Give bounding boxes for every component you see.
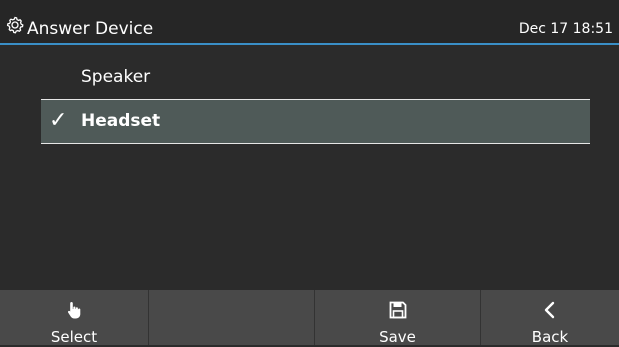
empty-softkey[interactable] (149, 290, 315, 345)
select-label: Select (50, 328, 98, 346)
softkey-bar: Select Save Back (0, 290, 619, 346)
title-bar: Answer Device Dec 17 18:51 (0, 0, 619, 45)
list-item-label: Speaker (81, 67, 151, 87)
page-title: Answer Device (27, 19, 154, 39)
back-softkey[interactable]: Back (481, 290, 619, 346)
list-item-speaker[interactable]: Speaker (41, 55, 590, 100)
save-softkey[interactable]: Save (315, 290, 481, 346)
chevron-left-icon (544, 301, 555, 319)
list-item-headset[interactable]: ✓ Headset (41, 99, 590, 144)
list-item-label: Headset (81, 111, 161, 131)
option-list: Speaker ✓ Headset (0, 45, 619, 290)
floppy-disk-icon (389, 301, 406, 319)
select-softkey[interactable]: Select (0, 290, 149, 346)
back-label: Back (531, 328, 569, 346)
hand-pointer-icon (67, 302, 81, 319)
gear-icon (6, 16, 24, 34)
checkmark-icon: ✓ (49, 108, 68, 133)
date-time: Dec 17 18:51 (518, 21, 613, 37)
save-label: Save (379, 328, 416, 346)
